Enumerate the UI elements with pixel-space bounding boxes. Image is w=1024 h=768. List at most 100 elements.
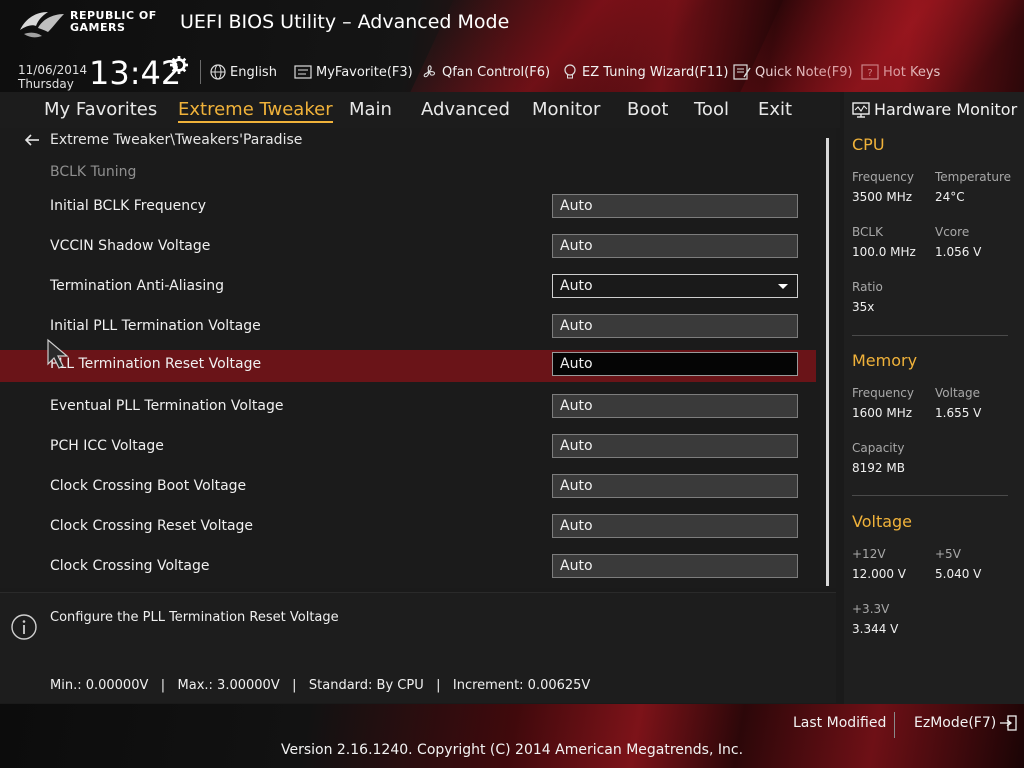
settings-scrollbar[interactable]: [826, 138, 829, 586]
clock: 13:42: [89, 54, 182, 92]
hot-keys-label: Hot Keys: [883, 64, 941, 80]
version-copyright: Version 2.16.1240. Copyright (C) 2014 Am…: [280, 742, 744, 758]
setting-value-field[interactable]: Auto: [552, 352, 798, 376]
tab-tool[interactable]: Tool: [694, 99, 729, 120]
date-text: 11/06/2014: [18, 63, 88, 77]
my-favorite-button[interactable]: MyFavorite(F3): [294, 62, 413, 82]
day-text: Thursday: [18, 77, 74, 91]
tab-exit[interactable]: Exit: [758, 99, 792, 120]
memory-divider: [852, 495, 1008, 496]
v12-value: 12.000 V: [852, 567, 907, 581]
memory-frequency-label: Frequency: [852, 386, 914, 400]
cpu-frequency-value: 3500 MHz: [852, 190, 913, 204]
brand-line2: GAMERS: [70, 21, 126, 34]
top-header: REPUBLIC OF GAMERS UEFI BIOS Utility – A…: [0, 0, 1024, 92]
tab-advanced[interactable]: Advanced: [421, 99, 510, 120]
svg-text:?: ?: [867, 68, 872, 79]
cpu-heading: CPU: [852, 135, 885, 154]
voltage-heading: Voltage: [852, 512, 913, 531]
memory-capacity-value: 8192 MB: [852, 461, 905, 475]
setting-value-field[interactable]: Auto: [552, 514, 798, 538]
bclk-label: BCLK: [852, 225, 883, 239]
hot-keys-button[interactable]: ? Hot Keys: [861, 62, 940, 82]
settings-panel: Extreme Tweaker\Tweakers'Paradise BCLK T…: [0, 128, 836, 588]
v33-label: +3.3V: [852, 602, 890, 616]
setting-row-vccin-shadow-voltage[interactable]: VCCIN Shadow Voltage Auto: [0, 232, 816, 264]
cpu-temperature-value: 24°C: [935, 190, 965, 204]
language-button[interactable]: English: [210, 62, 277, 82]
setting-row-initial-pll-termination-voltage[interactable]: Initial PLL Termination Voltage Auto: [0, 312, 816, 344]
globe-icon: [210, 64, 226, 80]
quick-note-label: Quick Note(F9): [755, 64, 853, 80]
section-label-bclk-tuning: BCLK Tuning: [50, 164, 137, 180]
note-icon: [733, 64, 751, 80]
setting-value-field[interactable]: Auto: [552, 394, 798, 418]
qfan-label: Qfan Control(F6): [442, 64, 551, 80]
vcore-value: 1.056 V: [935, 245, 982, 259]
memory-voltage-value: 1.655 V: [935, 406, 982, 420]
value-range-info: Min.: 0.00000V | Max.: 3.00000V | Standa…: [50, 678, 591, 693]
hardware-monitor-header: Hardware Monitor: [852, 100, 1017, 119]
setting-value-field[interactable]: Auto: [552, 474, 798, 498]
gear-icon[interactable]: [170, 56, 188, 74]
last-modified-button[interactable]: Last Modified: [793, 715, 886, 731]
cpu-temperature-label: Temperature: [935, 170, 1012, 184]
setting-label: Termination Anti-Aliasing: [50, 278, 224, 294]
info-icon: [11, 614, 37, 640]
language-label: English: [230, 64, 277, 80]
quick-note-button[interactable]: Quick Note(F9): [733, 62, 853, 82]
cpu-frequency-label: Frequency: [852, 170, 914, 184]
ratio-label: Ratio: [852, 280, 883, 294]
v12-label: +12V: [852, 547, 886, 561]
setting-value-field[interactable]: Auto: [552, 234, 798, 258]
setting-row-initial-bclk-frequency[interactable]: Initial BCLK Frequency Auto: [0, 192, 816, 224]
footer-bar: Last Modified EzMode(F7) Version 2.16.12…: [0, 704, 1024, 768]
memory-heading: Memory: [852, 351, 918, 370]
cpu-divider: [852, 335, 1008, 336]
exit-arrow-icon: [1000, 715, 1017, 731]
v5-label: +5V: [935, 547, 961, 561]
tab-my-favorites[interactable]: My Favorites: [44, 99, 157, 120]
setting-row-pch-icc-voltage[interactable]: PCH ICC Voltage Auto: [0, 432, 816, 464]
hardware-monitor-panel: Hardware Monitor CPU Frequency 3500 MHz …: [844, 92, 1024, 704]
memory-frequency-value: 1600 MHz: [852, 406, 913, 420]
setting-row-termination-anti-aliasing[interactable]: Termination Anti-Aliasing Auto: [0, 272, 816, 304]
setting-value-field[interactable]: Auto: [552, 314, 798, 338]
setting-label: Eventual PLL Termination Voltage: [50, 398, 284, 414]
setting-row-clock-crossing-voltage[interactable]: Clock Crossing Voltage Auto: [0, 552, 816, 584]
ez-mode-button[interactable]: EzMode(F7): [914, 715, 1017, 731]
breadcrumb-row: Extreme Tweaker\Tweakers'Paradise: [24, 130, 302, 150]
setting-row-eventual-pll-termination-voltage[interactable]: Eventual PLL Termination Voltage Auto: [0, 392, 816, 424]
setting-value-field[interactable]: Auto: [552, 194, 798, 218]
hardware-monitor-title: Hardware Monitor: [874, 100, 1018, 119]
memory-voltage-label: Voltage: [935, 386, 981, 400]
breadcrumb: Extreme Tweaker\Tweakers'Paradise: [50, 132, 303, 148]
setting-label: PLL Termination Reset Voltage: [50, 356, 262, 372]
back-arrow-icon[interactable]: [24, 133, 40, 147]
setting-value-field[interactable]: Auto: [552, 554, 798, 578]
setting-row-clock-crossing-reset-voltage[interactable]: Clock Crossing Reset Voltage Auto: [0, 512, 816, 544]
setting-value-field[interactable]: Auto: [552, 434, 798, 458]
v5-value: 5.040 V: [935, 567, 982, 581]
setting-label: Initial BCLK Frequency: [50, 198, 207, 214]
chevron-down-icon: [778, 284, 788, 289]
footer-divider: [894, 712, 895, 738]
setting-label: Clock Crossing Reset Voltage: [50, 518, 254, 534]
ez-tuning-label: EZ Tuning Wizard(F11): [582, 64, 729, 80]
toolbar-divider: [200, 60, 201, 84]
setting-row-clock-crossing-boot-voltage[interactable]: Clock Crossing Boot Voltage Auto: [0, 472, 816, 504]
tab-main[interactable]: Main: [349, 99, 392, 120]
fan-icon: [423, 65, 436, 78]
lightbulb-icon: [564, 64, 576, 79]
qfan-control-button[interactable]: Qfan Control(F6): [420, 62, 550, 82]
monitor-icon: [852, 101, 870, 118]
help-panel: Configure the PLL Termination Reset Volt…: [0, 592, 836, 703]
tab-extreme-tweaker[interactable]: Extreme Tweaker: [178, 99, 333, 123]
help-description: Configure the PLL Termination Reset Volt…: [50, 610, 339, 625]
help-key-icon: ?: [861, 64, 879, 80]
setting-row-pll-termination-reset-voltage[interactable]: PLL Termination Reset Voltage Auto: [0, 350, 816, 382]
ez-tuning-wizard-button[interactable]: EZ Tuning Wizard(F11): [562, 62, 728, 82]
tab-boot[interactable]: Boot: [627, 99, 668, 120]
tab-monitor[interactable]: Monitor: [532, 99, 600, 120]
setting-dropdown[interactable]: Auto: [552, 274, 798, 298]
